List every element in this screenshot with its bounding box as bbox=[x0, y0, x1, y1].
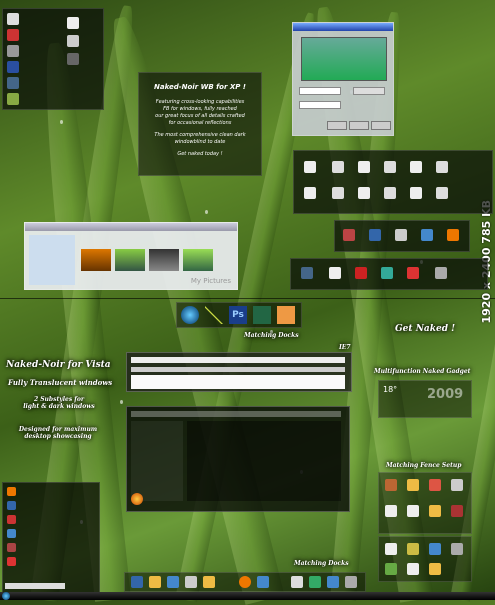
programs-fence bbox=[334, 220, 470, 252]
ie7-browser-window[interactable] bbox=[126, 352, 352, 392]
ok-button[interactable] bbox=[327, 121, 347, 130]
firefox-icon bbox=[447, 229, 459, 241]
vista-subtitle: Fully Translucent windows bbox=[8, 378, 113, 387]
fence-setup-panel bbox=[378, 472, 472, 534]
vista-title: Naked-Noir for Vista bbox=[6, 360, 111, 370]
vista-styles-text: 2 Substyles for light & dark windows bbox=[23, 396, 95, 410]
program-icon bbox=[343, 229, 355, 241]
fence-label: Matching Fence Setup bbox=[386, 462, 462, 469]
vista-start-menu[interactable] bbox=[2, 482, 100, 594]
tools-icon[interactable] bbox=[205, 306, 223, 324]
windows-orb-icon[interactable] bbox=[181, 306, 199, 324]
my-pictures-label: My Pictures bbox=[190, 277, 231, 285]
xp-explorer-window[interactable]: My Pictures bbox=[24, 222, 238, 290]
section-divider bbox=[0, 298, 495, 299]
taskbar[interactable] bbox=[0, 592, 495, 600]
gadget-year: 2009 bbox=[427, 387, 464, 402]
program-icon bbox=[395, 229, 407, 241]
get-naked-label: Get Naked ! bbox=[395, 324, 456, 334]
firefox-icon[interactable] bbox=[131, 493, 143, 505]
matching-docks-top-label: Matching Docks bbox=[244, 332, 299, 339]
xp-banner-title: Naked-Noir WB for XP ! bbox=[153, 83, 246, 91]
display-properties-dialog[interactable] bbox=[292, 22, 394, 136]
apps-fence bbox=[290, 258, 488, 290]
xp-banner: Naked-Noir WB for XP ! Featuring cross-l… bbox=[138, 72, 262, 176]
vista-explorer-window[interactable] bbox=[126, 406, 350, 512]
desktop-icons-fence bbox=[293, 150, 493, 214]
search-input[interactable] bbox=[5, 583, 65, 589]
ie7-label: IE7 bbox=[339, 344, 351, 351]
naked-gadget[interactable]: 18° 2009 bbox=[378, 380, 472, 418]
bottom-dock bbox=[124, 572, 366, 592]
gadget-temperature: 18° bbox=[383, 385, 398, 394]
xp-start-menu[interactable] bbox=[2, 8, 104, 110]
cancel-button[interactable] bbox=[349, 121, 369, 130]
xp-banner-body: Featuring cross-looking capabilities FB … bbox=[154, 99, 246, 157]
program-icon bbox=[421, 229, 433, 241]
app-icon[interactable] bbox=[277, 306, 295, 324]
photoshop-icon[interactable]: Ps bbox=[229, 306, 247, 324]
vista-design-text: Designed for maximum desktop showcasing bbox=[18, 426, 98, 440]
program-icon bbox=[369, 229, 381, 241]
start-orb-icon[interactable] bbox=[2, 592, 10, 600]
apply-button[interactable] bbox=[371, 121, 391, 130]
top-dock: Ps bbox=[176, 302, 302, 328]
fence-second-panel bbox=[378, 536, 472, 582]
leaf-icon[interactable] bbox=[253, 306, 271, 324]
matching-docks-bottom-label: Matching Docks bbox=[294, 560, 349, 567]
photoshop-icon[interactable] bbox=[7, 61, 19, 73]
gadget-label: Multifunction Naked Gadget bbox=[374, 368, 471, 375]
